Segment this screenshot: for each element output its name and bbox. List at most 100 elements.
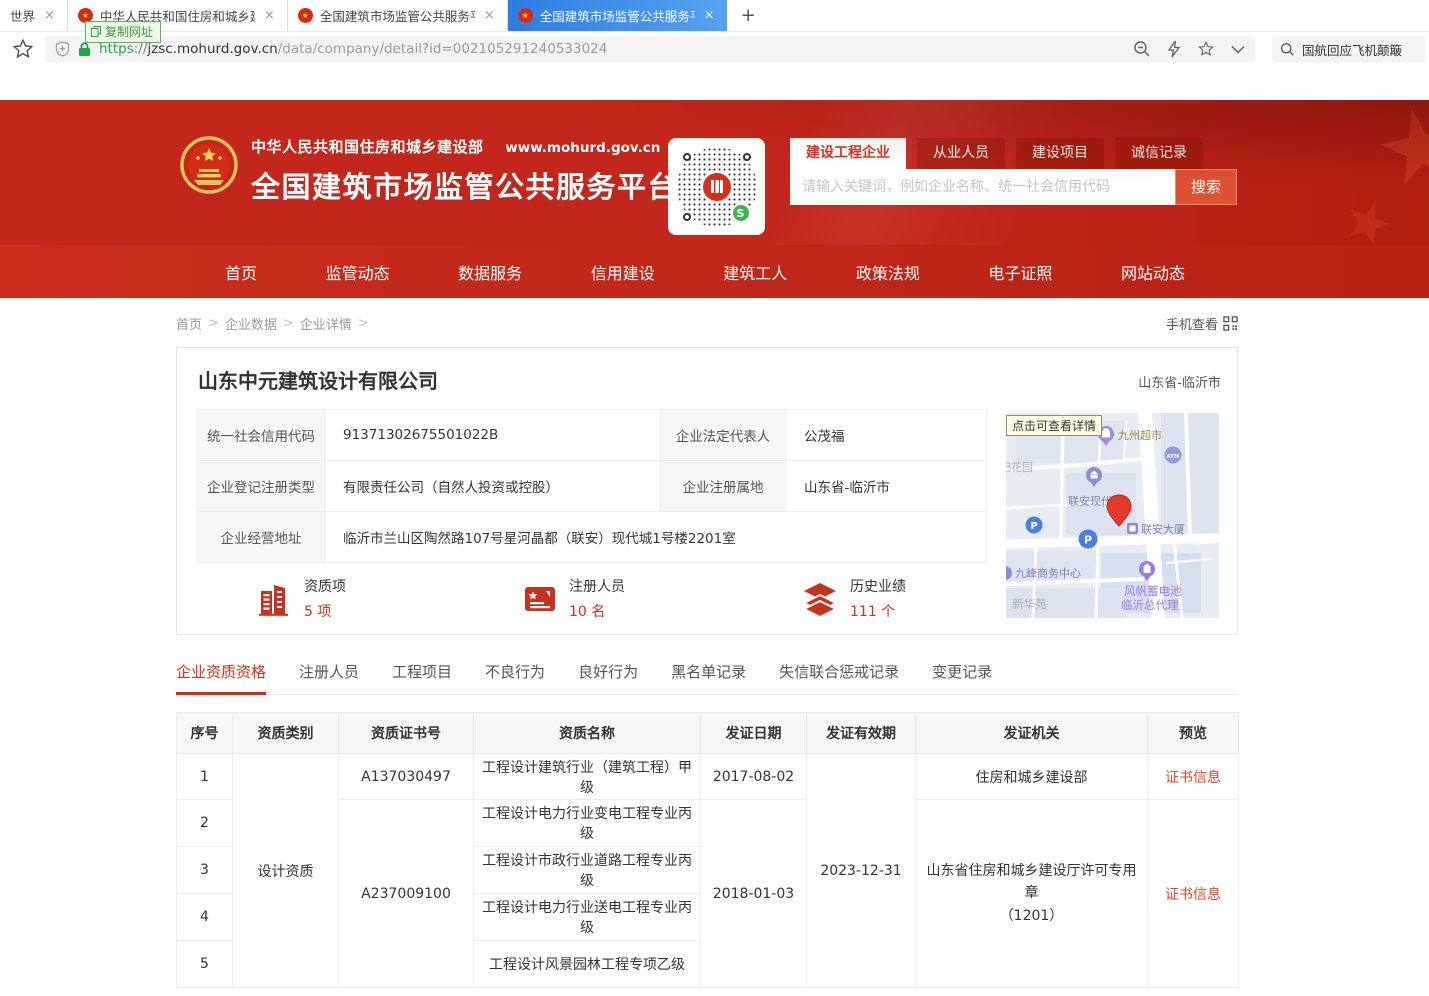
favorite-star-icon[interactable] — [1197, 40, 1215, 58]
nav-item-workers[interactable]: 建筑工人 — [723, 260, 787, 284]
tab-close-icon[interactable]: × — [702, 8, 717, 23]
col-发证机关: 发证机关 — [916, 713, 1148, 754]
miniprogram-qr-card: S — [668, 138, 765, 235]
browser-tab-world[interactable]: 世界 × — [0, 0, 68, 31]
url-domain: jzsc.mohurd.gov.cn — [147, 41, 277, 57]
platform-title: 全国建筑市场监管公共服务平台 — [251, 164, 678, 206]
tab-projects[interactable]: 工程项目 — [392, 661, 452, 694]
qualification-table: 序号 资质类别 资质证书号 资质名称 发证日期 发证有效期 发证机关 预览 1 … — [176, 712, 1239, 988]
breadcrumb-enterprise-detail[interactable]: 企业详情 — [300, 314, 352, 333]
tab-bad-behavior[interactable]: 不良行为 — [485, 661, 545, 694]
shield-icon[interactable] — [55, 41, 70, 57]
site-header: 中华人民共和国住房和城乡建设部 www.mohurd.gov.cn 全国建筑市场… — [0, 100, 1429, 245]
search-tab-enterprise[interactable]: 建设工程企业 — [790, 138, 906, 169]
stat-value: 10 名 — [569, 601, 625, 621]
cert-info-link[interactable]: 证书信息 — [1165, 887, 1221, 903]
browser-tab-jzsc-1[interactable]: ★ 全国建筑市场监管公共服务平台 × — [288, 0, 508, 31]
tab-blacklist[interactable]: 黑名单记录 — [671, 661, 746, 694]
flag-star-decoration — [1242, 237, 1387, 245]
breadcrumb: 首页 > 企业数据 > 企业详情 > — [176, 314, 369, 333]
parking-label: P — [1084, 534, 1092, 547]
browser-tab-jzsc-active[interactable]: ★ 全国建筑市场监管公共服务平台 × — [508, 0, 727, 31]
nav-item-supervision[interactable]: 监管动态 — [326, 260, 390, 284]
mobile-view-button[interactable]: 手机查看 — [1166, 314, 1238, 333]
address-label: 企业经营地址 — [198, 512, 325, 563]
cert-info-link[interactable]: 证书信息 — [1165, 770, 1221, 786]
zoom-out-icon[interactable] — [1133, 40, 1151, 58]
tab-close-icon[interactable]: × — [42, 8, 57, 23]
breadcrumb-enterprise-data[interactable]: 企业数据 — [225, 314, 277, 333]
map-label-supermarket: 九州超市 — [1118, 428, 1162, 442]
map-label-battery-line1: 风帆蓄电池 — [1124, 584, 1182, 598]
search-tab-project[interactable]: 建设项目 — [1016, 138, 1104, 169]
layers-icon — [801, 581, 839, 617]
bookmark-star-icon[interactable] — [12, 38, 34, 60]
qualification-name: 工程设计市政行业道路工程专业丙级 — [474, 847, 701, 894]
tab-qualifications[interactable]: 企业资质资格 — [176, 661, 266, 695]
qualification-name: 工程设计电力行业送电工程专业丙级 — [474, 894, 701, 941]
nav-item-home[interactable]: 首页 — [225, 260, 257, 284]
nav-item-e-license[interactable]: 电子证照 — [988, 260, 1052, 284]
national-emblem-logo — [180, 136, 238, 194]
stat-qualifications[interactable]: 资质项 5 项 — [257, 576, 346, 621]
reg-region-value: 山东省-临沂市 — [786, 461, 987, 512]
map-label-business-center: 九峰商务中心 — [1015, 566, 1081, 580]
tab-registered-personnel[interactable]: 注册人员 — [299, 661, 359, 694]
url-scheme: https — [99, 41, 134, 57]
col-资质名称: 资质名称 — [474, 713, 701, 754]
flag-star-decoration — [1339, 194, 1398, 245]
map-image: 九州超市 ATM 纪花园 联安现代城 — [1006, 413, 1219, 618]
tab-good-behavior[interactable]: 良好行为 — [578, 661, 638, 694]
reg-region-label: 企业注册属地 — [661, 461, 786, 512]
reg-type-label: 企业登记注册类型 — [198, 461, 325, 512]
row-no: 1 — [177, 754, 233, 800]
url-separator: :// — [134, 41, 148, 57]
stat-value: 111 个 — [850, 601, 906, 621]
tab-change-records[interactable]: 变更记录 — [932, 661, 992, 694]
url-text[interactable]: https://jzsc.mohurd.gov.cn/data/company/… — [99, 41, 1121, 57]
tab-close-icon[interactable]: × — [482, 8, 497, 23]
stat-label: 资质项 — [304, 576, 346, 596]
url-path: /data/company/detail?id=0021052912405330… — [278, 41, 608, 57]
map-label-building: 联安大厦 — [1141, 522, 1185, 536]
issue-date: 2017-08-02 — [701, 754, 807, 800]
map-label-xinhua: 新华苑 — [1012, 597, 1047, 611]
new-tab-button[interactable]: + — [727, 0, 770, 31]
nav-item-policy[interactable]: 政策法规 — [856, 260, 920, 284]
address-value: 临沂市兰山区陶然路107号星河晶都（联安）现代城1号楼2201室 — [325, 512, 987, 563]
row-no: 3 — [177, 847, 233, 894]
tab-dishonesty-records[interactable]: 失信联合惩戒记录 — [779, 661, 899, 694]
keyword-search-input[interactable] — [790, 169, 1175, 205]
nav-item-credit[interactable]: 信用建设 — [591, 260, 655, 284]
breadcrumb-home[interactable]: 首页 — [176, 314, 202, 333]
tab-title: 全国建筑市场监管公共服务平台 — [540, 6, 695, 25]
tab-title: 全国建筑市场监管公共服务平台 — [320, 6, 475, 25]
row-no: 2 — [177, 800, 233, 847]
building-icon — [711, 180, 723, 193]
nav-item-data-service[interactable]: 数据服务 — [458, 260, 522, 284]
search-button[interactable]: 搜索 — [1175, 169, 1237, 205]
nav-item-site-news[interactable]: 网站动态 — [1121, 260, 1185, 284]
cert-number: A237009100 — [339, 800, 474, 988]
cert-number: A137030497 — [339, 754, 474, 800]
col-序号: 序号 — [177, 713, 233, 754]
flash-save-icon[interactable] — [1167, 40, 1181, 58]
map-label-battery-line2: 临沂总代理 — [1121, 598, 1179, 612]
col-资质证书号: 资质证书号 — [339, 713, 474, 754]
col-资质类别: 资质类别 — [233, 713, 339, 754]
issue-date: 2018-01-03 — [701, 800, 807, 988]
site-favicon-icon: ★ — [518, 8, 533, 23]
stat-registered-personnel[interactable]: 注册人员 10 名 — [522, 576, 625, 621]
tab-close-icon[interactable]: × — [262, 8, 277, 23]
address-bar[interactable]: https://jzsc.mohurd.gov.cn/data/company/… — [45, 36, 1255, 62]
search-tab-credit[interactable]: 诚信记录 — [1115, 138, 1203, 169]
building-icon — [257, 581, 293, 617]
stat-history-performance[interactable]: 历史业绩 111 个 — [801, 576, 906, 621]
chevron-down-icon[interactable] — [1231, 45, 1245, 54]
location-map[interactable]: 点击可查看详情 — [1006, 413, 1219, 618]
search-tab-personnel[interactable]: 从业人员 — [917, 138, 1005, 169]
quick-search-box[interactable]: 国航回应飞机颠簸 — [1272, 36, 1425, 62]
site-brand: 中华人民共和国住房和城乡建设部 www.mohurd.gov.cn 全国建筑市场… — [180, 136, 678, 206]
trending-search-text: 国航回应飞机颠簸 — [1302, 40, 1402, 59]
qr-code: S — [677, 147, 757, 227]
